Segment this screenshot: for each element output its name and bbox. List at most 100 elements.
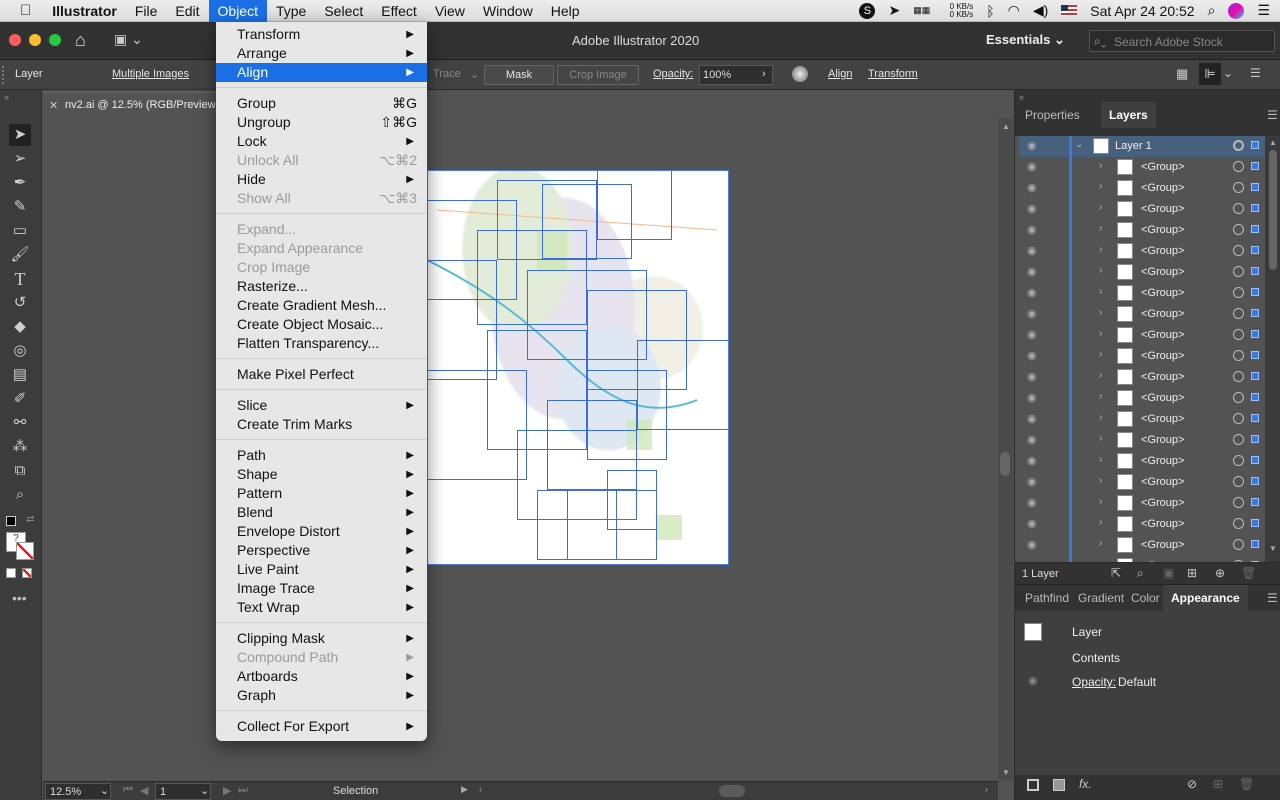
arrange-icon[interactable]: ▦ — [1176, 66, 1188, 82]
selection-indicator[interactable] — [1251, 162, 1259, 170]
hscroll-right-icon[interactable]: › — [985, 784, 988, 794]
menu-type[interactable]: Type — [267, 0, 315, 22]
volume-icon[interactable]: ◀) — [1033, 2, 1048, 19]
menu-help[interactable]: Help — [542, 0, 589, 22]
appearance-opacity-label[interactable]: Opacity: — [1072, 675, 1116, 689]
rotate-tool-icon[interactable]: ↺ — [9, 292, 31, 314]
scroll-thumb[interactable] — [1000, 452, 1010, 476]
menu-item-collect-for-export[interactable]: Collect For Export ▶ — [216, 717, 427, 736]
target-icon[interactable] — [1233, 476, 1244, 487]
home-icon[interactable]: ⌂ — [75, 30, 86, 51]
menu-item-live-paint[interactable]: Live Paint ▶ — [216, 560, 427, 579]
group-name[interactable]: <Group> — [1141, 518, 1184, 530]
group-name[interactable]: <Group> — [1141, 539, 1184, 551]
menu-item-make-pixel-perfect[interactable]: Make Pixel Perfect — [216, 365, 427, 384]
prev-artboard-icon[interactable]: ◀ — [140, 784, 148, 797]
menu-item-align[interactable]: Align ▶ — [216, 63, 427, 82]
group-name[interactable]: <Group> — [1141, 434, 1184, 446]
status-menu-icon[interactable]: ▶ — [461, 784, 468, 795]
menu-item-graph[interactable]: Graph ▶ — [216, 686, 427, 705]
collapse-toolbar-icon[interactable]: » — [4, 92, 9, 102]
visibility-eye-icon[interactable]: ◉ — [1027, 286, 1041, 299]
group-name[interactable]: <Group> — [1141, 350, 1184, 362]
selection-indicator[interactable] — [1251, 246, 1259, 254]
menu-item-create-trim-marks[interactable]: Create Trim Marks — [216, 415, 427, 434]
layer-row-group[interactable]: ◉ › <Group> — [1019, 283, 1265, 304]
layer-row-group[interactable]: ◉ › <Group> — [1019, 220, 1265, 241]
eraser-tool-icon[interactable]: ◆ — [9, 316, 31, 338]
none-mode-icon[interactable] — [22, 568, 32, 578]
artboard-number-select[interactable]: 1 ⌄ — [155, 783, 211, 800]
target-icon[interactable] — [1233, 413, 1244, 424]
group-name[interactable]: <Group> — [1141, 308, 1184, 320]
visibility-eye-icon[interactable]: ◉ — [1027, 244, 1041, 257]
workspace-switcher[interactable]: Essentials ⌄ — [986, 32, 1065, 48]
menu-effect[interactable]: Effect — [372, 0, 426, 22]
menu-view[interactable]: View — [426, 0, 474, 22]
selection-indicator[interactable] — [1251, 498, 1259, 506]
warp-tool-icon[interactable]: ◎ — [9, 340, 31, 362]
image-trace-button[interactable]: Trace — [433, 68, 461, 80]
menu-item-create-object-mosaic[interactable]: Create Object Mosaic... — [216, 315, 427, 334]
visibility-eye-icon[interactable]: ◉ — [1027, 181, 1041, 194]
status-grid-icon[interactable]: ▦▦ — [913, 5, 930, 16]
recolor-artwork-icon[interactable] — [792, 66, 808, 82]
new-sublayer-icon[interactable]: ⊞ — [1187, 566, 1197, 580]
chevron-right-icon[interactable]: › — [1099, 160, 1102, 171]
menu-item-envelope-distort[interactable]: Envelope Distort ▶ — [216, 522, 427, 541]
tab-properties[interactable]: Properties — [1025, 102, 1080, 128]
selection-indicator[interactable] — [1251, 288, 1259, 296]
selection-indicator[interactable] — [1251, 309, 1259, 317]
chevron-right-icon[interactable]: › — [1099, 286, 1102, 297]
target-icon[interactable] — [1233, 434, 1244, 445]
telegram-icon[interactable]: ➤ — [888, 2, 900, 19]
visibility-eye-icon[interactable]: ◉ — [1027, 496, 1041, 509]
layer-row-group[interactable]: ◉ › <Group> — [1019, 472, 1265, 493]
target-icon[interactable] — [1233, 455, 1244, 466]
new-layer-icon[interactable]: ⊕ — [1215, 566, 1225, 580]
selection-indicator[interactable] — [1251, 267, 1259, 275]
scroll-down-icon[interactable]: ▼ — [1269, 544, 1277, 553]
visibility-eye-icon[interactable]: ◉ — [1027, 223, 1041, 236]
delete-layer-icon[interactable]: 🗑 — [1241, 566, 1256, 580]
selection-indicator[interactable] — [1251, 225, 1259, 233]
panel-menu-icon[interactable]: ☰ — [1267, 108, 1278, 122]
target-icon[interactable] — [1233, 266, 1244, 277]
chevron-right-icon[interactable]: › — [1099, 412, 1102, 423]
group-name[interactable]: <Group> — [1141, 203, 1184, 215]
scroll-thumb[interactable] — [1269, 150, 1277, 270]
tab-gradient[interactable]: Gradient — [1078, 585, 1124, 611]
document-tab[interactable]: ✕ nv2.ai @ 12.5% (RGB/Preview) — [43, 92, 216, 118]
visibility-eye-icon[interactable]: ◉ — [1027, 370, 1041, 383]
tab-color[interactable]: Color — [1131, 585, 1160, 611]
target-icon[interactable] — [1233, 140, 1244, 151]
gradient-tool-icon[interactable]: ▤ — [9, 364, 31, 386]
chevron-right-icon[interactable]: › — [1099, 265, 1102, 276]
visibility-eye-icon[interactable]: ◉ — [1027, 412, 1041, 425]
close-window-button[interactable] — [9, 34, 21, 46]
panel-menu-icon[interactable]: ☰ — [1250, 66, 1261, 80]
target-icon[interactable] — [1233, 371, 1244, 382]
target-icon[interactable] — [1233, 539, 1244, 550]
target-icon[interactable] — [1233, 392, 1244, 403]
visibility-eye-icon[interactable]: ◉ — [1028, 674, 1038, 687]
add-stroke-icon[interactable] — [1027, 779, 1039, 791]
visibility-eye-icon[interactable]: ◉ — [1027, 433, 1041, 446]
menu-item-clipping-mask[interactable]: Clipping Mask ▶ — [216, 629, 427, 648]
visibility-eye-icon[interactable]: ◉ — [1027, 139, 1041, 152]
type-tool-icon[interactable]: T — [9, 268, 31, 290]
chevron-right-icon[interactable]: › — [1099, 475, 1102, 486]
first-artboard-icon[interactable]: ⏮ — [123, 784, 133, 797]
eyedropper-tool-icon[interactable]: ✐ — [9, 388, 31, 410]
visibility-eye-icon[interactable]: ◉ — [1027, 328, 1041, 341]
chevron-right-icon[interactable]: › — [1099, 328, 1102, 339]
visibility-eye-icon[interactable]: ◉ — [1027, 391, 1041, 404]
layer-row-group[interactable]: ◉ › <Group> — [1019, 388, 1265, 409]
pen-tool-icon[interactable]: ✒ — [9, 172, 31, 194]
artboard-tool-icon[interactable]: ⧉ — [9, 460, 31, 482]
layer-row-group[interactable]: ◉ › <Group> — [1019, 493, 1265, 514]
selection-indicator[interactable] — [1251, 477, 1259, 485]
menu-item-group[interactable]: Group ⌘G — [216, 94, 427, 113]
menu-item-arrange[interactable]: Arrange ▶ — [216, 44, 427, 63]
appearance-contents-label[interactable]: Contents — [1072, 651, 1120, 665]
